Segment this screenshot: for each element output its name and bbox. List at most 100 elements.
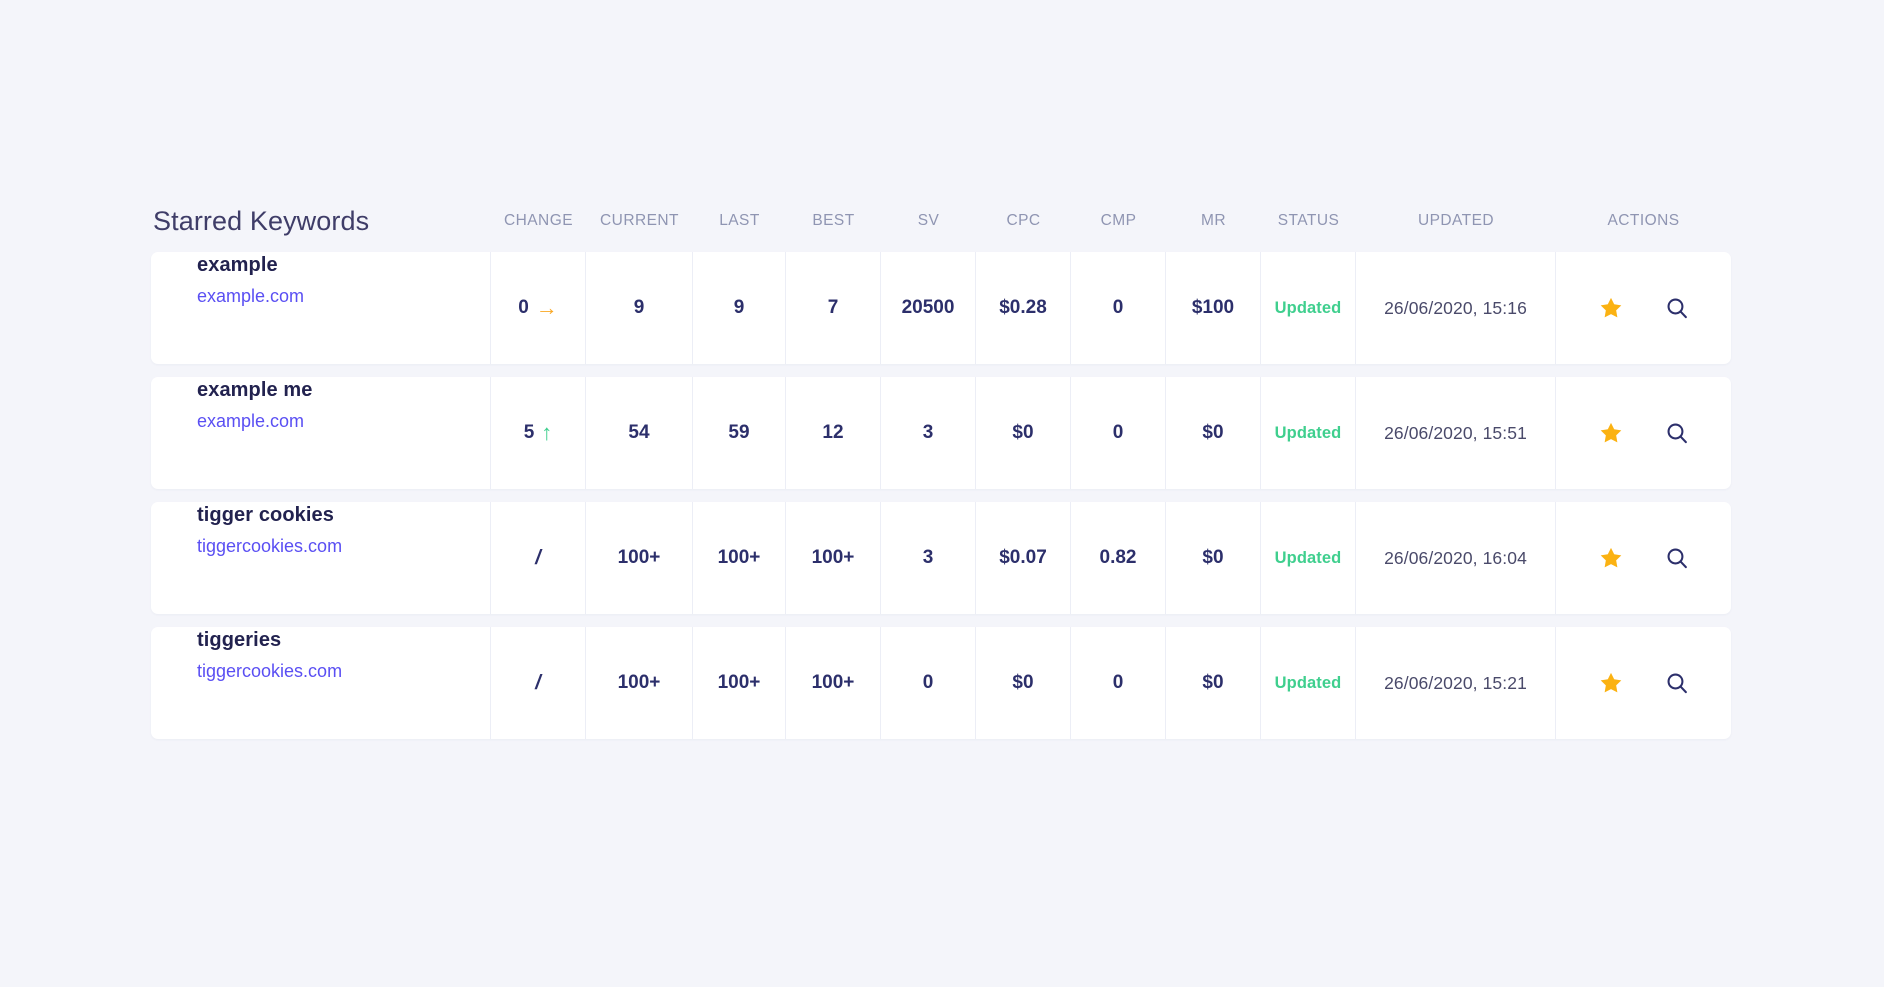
sv-cell: 0 <box>881 627 976 739</box>
updated-timestamp: 26/06/2020, 15:21 <box>1384 672 1527 693</box>
action-buttons <box>1598 670 1690 696</box>
cpc-cell: $0.28 <box>976 252 1071 364</box>
change-indicator: / <box>535 547 541 570</box>
search-icon[interactable] <box>1664 420 1690 446</box>
column-header-cpc[interactable]: CPC <box>976 212 1071 230</box>
mr-cell: $0 <box>1166 377 1261 489</box>
action-buttons <box>1598 420 1690 446</box>
keyword-domain-link[interactable]: tiggercookies.com <box>197 658 342 685</box>
arrow-right-icon: → <box>535 295 558 320</box>
star-icon[interactable] <box>1598 420 1624 446</box>
change-indicator: 0 → <box>518 297 558 319</box>
last-cell: 100+ <box>693 502 786 614</box>
actions-cell <box>1556 502 1731 614</box>
cpc-cell: $0 <box>976 627 1071 739</box>
actions-cell <box>1556 252 1731 364</box>
column-header-last[interactable]: LAST <box>693 212 786 230</box>
change-value: / <box>535 671 541 694</box>
current-cell: 100+ <box>586 502 693 614</box>
keyword-cell: tiggeries tiggercookies.com <box>151 627 491 739</box>
column-header-cmp[interactable]: CMP <box>1071 212 1166 230</box>
keyword-name: tiggeries <box>197 629 282 651</box>
star-icon[interactable] <box>1598 545 1624 571</box>
table-row[interactable]: example example.com 0 → 9 9 7 20500 $0.28 0 $100 Up… <box>151 252 1731 364</box>
cpc-cell: $0 <box>976 377 1071 489</box>
status-badge: Updated <box>1274 673 1342 692</box>
status-cell: Updated <box>1261 377 1356 489</box>
change-cell: 5 ↑ <box>491 377 586 489</box>
change-value: 0 <box>518 297 529 318</box>
search-icon[interactable] <box>1664 295 1690 321</box>
column-header-actions: ACTIONS <box>1607 212 1680 229</box>
cpc-cell: $0.07 <box>976 502 1071 614</box>
updated-cell: 26/06/2020, 15:16 <box>1356 252 1556 364</box>
cmp-cell: 0.82 <box>1071 502 1166 614</box>
arrow-up-icon: ↑ <box>541 420 553 445</box>
table-row[interactable]: tiggeries tiggercookies.com/100+ 100+ 100+ 0… <box>151 627 1731 739</box>
table-header-row: Starred Keywords CHANGE CURRENT LAST BES… <box>151 190 1731 252</box>
action-buttons <box>1598 545 1690 571</box>
keyword-cell: tigger cookies tiggercookies.com <box>151 502 491 614</box>
current-cell: 9 <box>586 252 693 364</box>
keyword-name: tigger cookies <box>197 504 334 526</box>
cmp-cell: 0 <box>1071 627 1166 739</box>
status-badge: Updated <box>1274 548 1342 567</box>
mr-cell: $0 <box>1166 502 1261 614</box>
last-cell: 59 <box>693 377 786 489</box>
mr-cell: $0 <box>1166 627 1261 739</box>
status-badge: Updated <box>1274 423 1342 442</box>
last-cell: 9 <box>693 252 786 364</box>
column-header-updated[interactable]: UPDATED <box>1356 212 1556 230</box>
sv-cell: 20500 <box>881 252 976 364</box>
sv-cell: 3 <box>881 502 976 614</box>
change-value: 5 <box>523 422 535 443</box>
table-row[interactable]: tigger cookies tiggercookies.com/100+ 100+… <box>151 502 1731 614</box>
column-header-best[interactable]: BEST <box>786 212 881 230</box>
status-badge: Updated <box>1274 298 1342 317</box>
updated-timestamp: 26/06/2020, 15:51 <box>1384 422 1527 443</box>
last-cell: 100+ <box>693 627 786 739</box>
page-title: Starred Keywords <box>153 205 370 236</box>
updated-cell: 26/06/2020, 15:51 <box>1356 377 1556 489</box>
column-header-current[interactable]: CURRENT <box>586 212 693 230</box>
cmp-cell: 0 <box>1071 252 1166 364</box>
status-cell: Updated <box>1261 252 1356 364</box>
current-cell: 54 <box>586 377 693 489</box>
best-cell: 100+ <box>786 627 881 739</box>
action-buttons <box>1598 295 1690 321</box>
sv-cell: 3 <box>881 377 976 489</box>
keyword-domain-link[interactable]: tiggercookies.com <box>197 533 342 560</box>
keyword-domain-link[interactable]: example.com <box>197 408 304 435</box>
best-cell: 7 <box>786 252 881 364</box>
keyword-domain-link[interactable]: example.com <box>197 283 304 310</box>
keyword-name: example <box>197 254 278 276</box>
column-header-change[interactable]: CHANGE <box>491 212 586 230</box>
status-cell: Updated <box>1261 627 1356 739</box>
best-cell: 12 <box>786 377 881 489</box>
actions-cell <box>1556 377 1731 489</box>
starred-keywords-table: Starred Keywords CHANGE CURRENT LAST BES… <box>151 190 1731 752</box>
status-cell: Updated <box>1261 502 1356 614</box>
current-cell: 100+ <box>586 627 693 739</box>
column-header-mr[interactable]: MR <box>1166 212 1261 230</box>
mr-cell: $100 <box>1166 252 1261 364</box>
updated-cell: 26/06/2020, 16:04 <box>1356 502 1556 614</box>
star-icon[interactable] <box>1598 670 1624 696</box>
search-icon[interactable] <box>1664 545 1690 571</box>
updated-timestamp: 26/06/2020, 16:04 <box>1384 547 1527 568</box>
search-icon[interactable] <box>1664 670 1690 696</box>
updated-cell: 26/06/2020, 15:21 <box>1356 627 1556 739</box>
change-value: / <box>535 546 541 569</box>
change-indicator: / <box>535 672 541 695</box>
actions-cell <box>1556 627 1731 739</box>
column-header-sv[interactable]: SV <box>881 212 976 230</box>
change-cell: 0 → <box>491 252 586 364</box>
keyword-name: example me <box>197 379 313 401</box>
table-row[interactable]: example me example.com 5 ↑ 54 59 12 3 $0 0 $0 Updat… <box>151 377 1731 489</box>
column-header-status[interactable]: STATUS <box>1261 212 1356 230</box>
keyword-cell: example example.com <box>151 252 491 364</box>
star-icon[interactable] <box>1598 295 1624 321</box>
table-body: example example.com 0 → 9 9 7 20500 $0.28 0 $100 Up… <box>151 252 1731 739</box>
page-title-cell: Starred Keywords <box>151 206 491 237</box>
best-cell: 100+ <box>786 502 881 614</box>
